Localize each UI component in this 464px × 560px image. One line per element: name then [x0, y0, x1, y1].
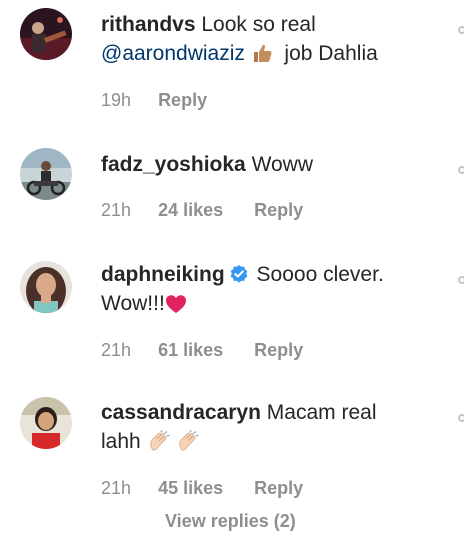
- comment-time: 21h: [101, 478, 132, 498]
- comment-username[interactable]: daphneiking: [101, 263, 225, 286]
- verified-badge-icon: [229, 263, 249, 283]
- more-options-icon[interactable]: [458, 414, 464, 422]
- comment-body-line2: lahh: [101, 430, 141, 453]
- comment-text: cassandracaryn Macam real lahh: [101, 398, 441, 460]
- comment-time: 21h: [101, 200, 132, 220]
- avatar[interactable]: [20, 397, 72, 449]
- reply-button[interactable]: Reply: [254, 339, 303, 361]
- comment-body-line2: Wow!!!: [101, 292, 165, 315]
- comment-time: 21h: [101, 340, 132, 360]
- comment-text: rithandvs Look so real @aarondwiaziz job…: [101, 10, 441, 72]
- comment-body: Macam real: [266, 401, 377, 424]
- avatar[interactable]: [20, 8, 72, 60]
- comment-likes[interactable]: 24 likes: [158, 199, 223, 221]
- clapping-hands-icon: [147, 429, 171, 460]
- comment-meta: 19h Reply: [101, 89, 207, 111]
- comment-meta: 21h 45 likes Reply: [101, 477, 303, 499]
- more-options-icon[interactable]: [458, 166, 464, 174]
- red-heart-icon: [165, 293, 187, 322]
- more-options-icon[interactable]: [458, 26, 464, 34]
- thumbs-up-icon: [251, 42, 273, 72]
- mention-link[interactable]: @aarondwiaziz: [101, 42, 245, 65]
- comment-body: Woww: [251, 153, 314, 176]
- comment-body: Soooo clever.: [256, 263, 384, 286]
- clapping-hands-icon: [176, 429, 200, 460]
- avatar[interactable]: [20, 148, 72, 200]
- comment-text: daphneiking Soooo clever. Wow!!!: [101, 260, 441, 322]
- comment-body-end: job Dahlia: [284, 42, 378, 65]
- reply-button[interactable]: Reply: [158, 89, 207, 111]
- avatar[interactable]: [20, 261, 72, 313]
- comment-time: 19h: [101, 90, 132, 110]
- comment-username[interactable]: cassandracaryn: [101, 401, 261, 424]
- comment-body: Look so real: [201, 13, 316, 36]
- more-options-icon[interactable]: [458, 276, 464, 284]
- comment-likes[interactable]: 61 likes: [158, 339, 223, 361]
- comment-meta: 21h 24 likes Reply: [101, 199, 303, 221]
- reply-button[interactable]: Reply: [254, 199, 303, 221]
- view-replies-button[interactable]: View replies (2): [165, 510, 296, 532]
- comment-text: fadz_yoshioka Woww: [101, 150, 441, 179]
- comment-meta: 21h 61 likes Reply: [101, 339, 303, 361]
- comment-likes[interactable]: 45 likes: [158, 477, 223, 499]
- comment-username[interactable]: rithandvs: [101, 13, 196, 36]
- comment-username[interactable]: fadz_yoshioka: [101, 153, 246, 176]
- reply-button[interactable]: Reply: [254, 477, 303, 499]
